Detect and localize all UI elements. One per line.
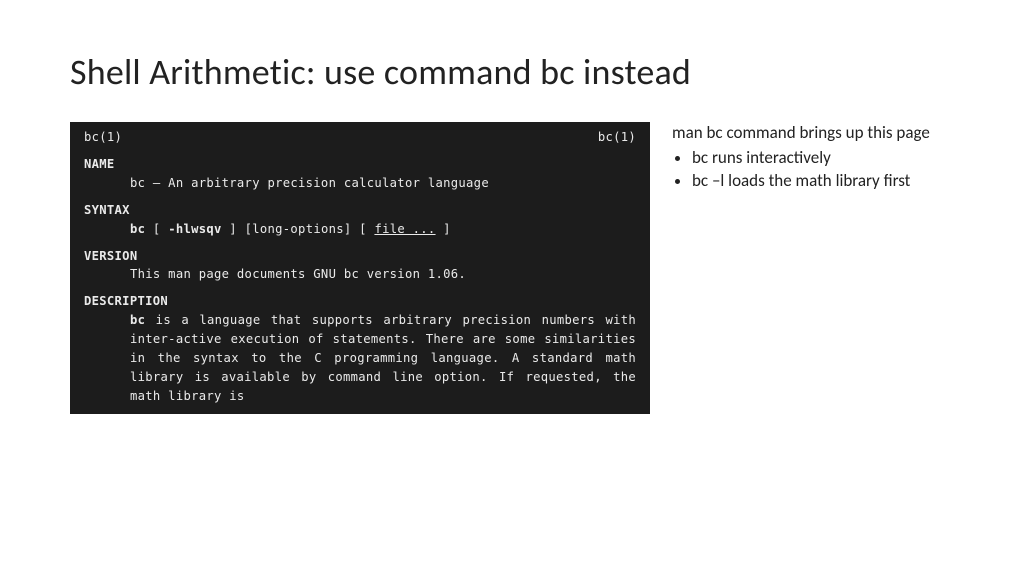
title-command: bc bbox=[540, 50, 575, 94]
slide-title: Shell Arithmetic: use command bc instead bbox=[70, 50, 954, 94]
man-version-heading: VERSION bbox=[84, 247, 636, 266]
man-version-line: This man page documents GNU bc version 1… bbox=[84, 265, 636, 284]
man-header-left: bc(1) bbox=[84, 128, 122, 147]
title-post: instead bbox=[575, 50, 691, 94]
man-syntax-line: bc [ -hlwsqv ] [long-options] [ file ...… bbox=[84, 220, 636, 239]
man-description-heading: DESCRIPTION bbox=[84, 292, 636, 311]
syntax-cmd: bc bbox=[130, 222, 145, 236]
slide: Shell Arithmetic: use command bc instead… bbox=[0, 0, 1024, 576]
notes-bullet: bc runs interactively bbox=[692, 147, 930, 170]
man-description-body: bc is a language that supports arbitrary… bbox=[84, 311, 636, 406]
desc-cmd: bc bbox=[130, 313, 145, 327]
notes-list: bc runs interactively bc –l loads the ma… bbox=[672, 147, 930, 193]
body-row: bc(1) bc(1) NAME bc – An arbitrary preci… bbox=[70, 122, 954, 414]
man-name-line: bc – An arbitrary precision calculator l… bbox=[84, 174, 636, 193]
side-notes: man bc command brings up this page bc ru… bbox=[672, 122, 930, 193]
man-header-row: bc(1) bc(1) bbox=[84, 128, 636, 147]
notes-bullet: bc –l loads the math library first bbox=[692, 170, 930, 193]
syntax-mid: [long-options] [ bbox=[245, 222, 367, 236]
title-pre: Shell Arithmetic: use command bbox=[70, 50, 540, 94]
man-page-terminal: bc(1) bc(1) NAME bc – An arbitrary preci… bbox=[70, 122, 650, 414]
man-header-right: bc(1) bbox=[598, 128, 636, 147]
desc-text: is a language that supports arbitrary pr… bbox=[130, 313, 636, 403]
notes-line1: man bc command brings up this page bbox=[672, 122, 930, 145]
syntax-file: file ... bbox=[374, 222, 435, 236]
man-name-heading: NAME bbox=[84, 155, 636, 174]
man-syntax-heading: SYNTAX bbox=[84, 201, 636, 220]
syntax-short-opts: -hlwsqv bbox=[168, 222, 221, 236]
